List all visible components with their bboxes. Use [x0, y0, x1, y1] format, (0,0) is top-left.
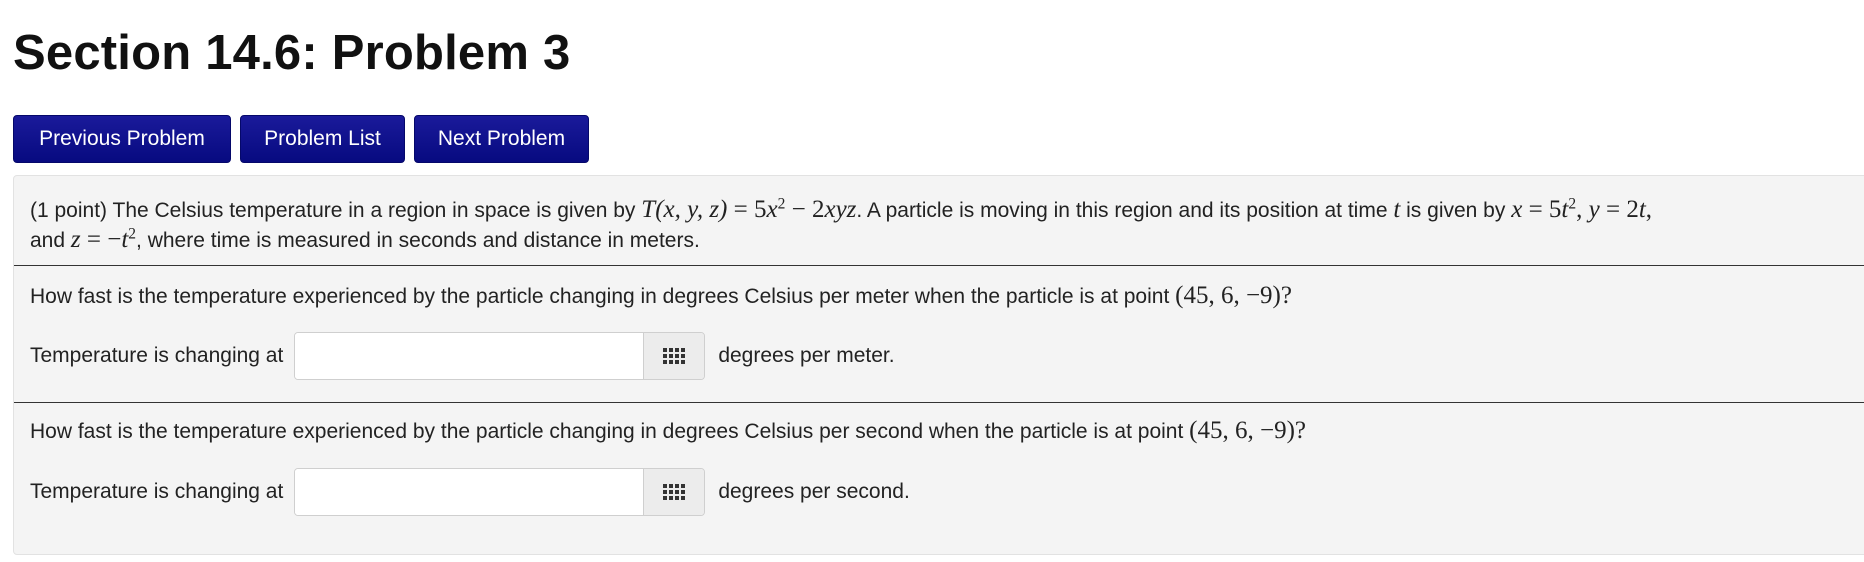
answer-row-2: Temperature is changing at degrees per s…	[30, 468, 910, 516]
answer-2-input[interactable]	[295, 469, 644, 515]
answer-1-keypad-button[interactable]	[643, 333, 705, 379]
z-position-equation: z = −t2	[70, 225, 137, 253]
problem-panel: (1 point) The Celsius temperature in a r…	[13, 175, 1864, 555]
question-1-text: How fast is the temperature experienced …	[30, 282, 1292, 309]
time-variable: t	[1393, 196, 1401, 223]
answer-1-input[interactable]	[295, 333, 644, 379]
intro-middle: . A particle is moving in this region an…	[856, 199, 1388, 222]
divider	[14, 265, 1864, 266]
answer-row-1: Temperature is changing at degrees per m…	[30, 332, 895, 380]
question-2-point: (45, 6, −9)	[1189, 417, 1295, 444]
answer-2-keypad-button[interactable]	[643, 469, 705, 515]
intro-prefix: (1 point) The Celsius temperature in a r…	[30, 199, 636, 222]
keypad-grid-icon	[663, 348, 686, 364]
keypad-grid-icon	[663, 484, 686, 500]
answer-1-label: Temperature is changing at	[30, 344, 284, 367]
answer-2-label: Temperature is changing at	[30, 480, 284, 503]
question-2-text: How fast is the temperature experienced …	[30, 417, 1307, 444]
intro-middle-2: is given by	[1406, 199, 1506, 222]
divider	[14, 402, 1864, 403]
temperature-function: T(x, y, z) = 5x2 − 2xyz	[641, 195, 857, 223]
problem-intro-line-1: (1 point) The Celsius temperature in a r…	[30, 193, 1652, 228]
question-1-point: (45, 6, −9)	[1175, 282, 1281, 309]
answer-2-unit: degrees per second.	[718, 480, 910, 503]
next-problem-button[interactable]: Next Problem	[414, 115, 589, 163]
intro-line2-suffix: , where time is measured in seconds and …	[136, 229, 700, 252]
problem-list-button[interactable]: Problem List	[240, 115, 405, 163]
page-title: Section 14.6: Problem 3	[13, 26, 571, 80]
intro-line2-prefix: and	[30, 229, 66, 252]
previous-problem-button[interactable]: Previous Problem	[13, 115, 231, 163]
answer-1-input-group	[294, 332, 706, 380]
problem-intro-line-2: and z = −t2, where time is measured in s…	[30, 225, 700, 256]
answer-2-input-group	[294, 468, 706, 516]
problem-nav: Previous Problem Problem List Next Probl…	[13, 115, 589, 163]
position-equations: x = 5t2, y = 2t,	[1511, 195, 1653, 223]
answer-1-unit: degrees per meter.	[718, 344, 895, 367]
